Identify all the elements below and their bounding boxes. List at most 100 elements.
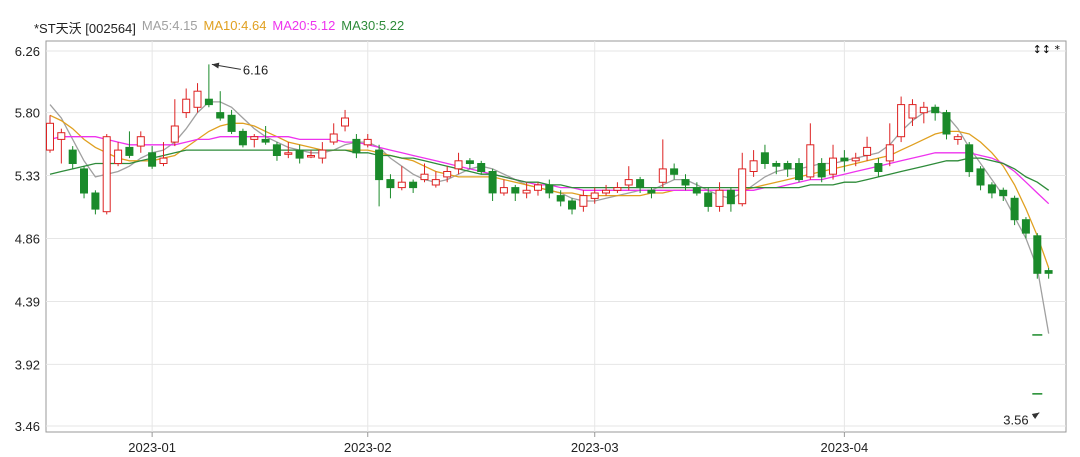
candle-body: [170, 125, 179, 143]
candle-body: [159, 157, 168, 165]
candle-body: [817, 163, 826, 178]
candle-body: [420, 173, 429, 181]
annotation-label: 3.56: [1003, 413, 1028, 428]
candle-body: [307, 155, 315, 158]
candle-body: [91, 192, 100, 210]
candle-body: [46, 122, 54, 151]
candle-body: [341, 117, 349, 127]
candle-body: [885, 144, 894, 162]
candle-body: [795, 163, 803, 181]
candle-body: [851, 157, 860, 162]
candle-body: [477, 163, 486, 172]
y-tick-label: 3.46: [15, 419, 40, 434]
candle-body: [465, 160, 474, 165]
candle-body: [511, 187, 520, 194]
candle-body: [68, 149, 77, 165]
candle-body: [579, 195, 588, 207]
candle-body: [942, 112, 951, 135]
candle-body: [397, 181, 406, 189]
candle-body: [443, 171, 452, 178]
x-tick-label: 2023-01: [128, 440, 176, 455]
candle-body: [386, 179, 395, 189]
y-tick-label: 5.80: [15, 106, 40, 121]
candle-body: [953, 136, 962, 140]
candle-body: [726, 189, 735, 205]
annotation-arrowhead: [1031, 412, 1040, 419]
candle-body: [284, 152, 293, 155]
stock-chart: *ST天沃 [002564] MA5:4.15 MA10:4.64 MA20:5…: [0, 0, 1080, 457]
candle-body: [193, 90, 202, 108]
candle-body: [636, 179, 645, 189]
candle-body: [318, 149, 327, 159]
candle-body: [783, 163, 792, 170]
candle-body: [738, 168, 747, 205]
candle-body: [216, 112, 225, 119]
candle-body: [897, 104, 906, 138]
candle-body: [499, 187, 508, 194]
y-tick-label: 4.39: [15, 294, 40, 309]
candle-body: [658, 168, 667, 183]
candle-body: [295, 149, 304, 159]
candle-body: [806, 144, 815, 178]
candle-body: [556, 195, 565, 202]
candle-body: [670, 168, 679, 175]
candle-body: [1010, 197, 1019, 221]
candle-body: [80, 168, 88, 194]
candle-body: [976, 168, 985, 186]
candle-body: [760, 152, 769, 165]
candle-body: [352, 138, 361, 154]
candle-body: [431, 179, 440, 186]
candle-body: [114, 149, 123, 165]
candle-body: [204, 98, 213, 106]
candle-body: [874, 163, 883, 172]
candlestick-plot: 6.26 5.80 5.33 4.86 4.39 3.92 3.46 2023-01 2023-…: [15, 40, 1067, 455]
candle-body: [1021, 219, 1030, 234]
candle-body: [681, 179, 690, 186]
x-tick-label: 2023-03: [571, 440, 619, 455]
candle-body: [919, 106, 928, 114]
y-tick-label: 5.33: [15, 169, 40, 184]
candle-body: [715, 189, 724, 207]
candle-body: [647, 189, 656, 194]
candle-body: [261, 138, 270, 143]
y-tick-label: 6.26: [15, 44, 40, 59]
x-tick-label: 2023-04: [821, 440, 869, 455]
candle-body: [590, 192, 599, 199]
candle-body: [272, 144, 281, 157]
candle-body: [102, 136, 111, 213]
candle-body: [57, 132, 66, 140]
candle-body: [704, 192, 713, 207]
candle-body: [613, 187, 622, 191]
candle-body: [1044, 270, 1053, 274]
candle-body: [238, 130, 247, 146]
candle-body: [136, 136, 145, 147]
candle-body: [148, 152, 157, 167]
candle-body: [965, 144, 974, 173]
candle-body: [840, 157, 849, 162]
candle-body: [545, 184, 554, 194]
candle-body: [227, 114, 236, 132]
candle-body: [749, 160, 758, 173]
y-tick-label: 4.86: [15, 232, 40, 247]
candle-body: [863, 146, 872, 156]
candle-body: [987, 184, 996, 194]
candle-body: [999, 189, 1008, 197]
candle-body: [772, 163, 781, 167]
toolbar-icons: ↕↕ *: [1033, 43, 1061, 56]
candle-body: [375, 149, 384, 181]
candle-body: [454, 160, 463, 170]
candle-body: [250, 136, 259, 140]
candle-body: [908, 104, 917, 119]
candle-body: [488, 171, 497, 194]
x-tick-label: 2023-02: [344, 440, 392, 455]
candle-body: [363, 138, 372, 146]
annotation-label: 6.16: [243, 62, 268, 77]
candle-body: [125, 146, 134, 156]
candle-body: [602, 189, 610, 194]
candle-body: [692, 187, 701, 194]
annotation-arrowhead: [211, 62, 220, 69]
candle-body: [329, 133, 338, 143]
y-tick-label: 3.92: [15, 357, 40, 372]
candle-body: [568, 200, 576, 210]
candle-body: [182, 98, 191, 114]
